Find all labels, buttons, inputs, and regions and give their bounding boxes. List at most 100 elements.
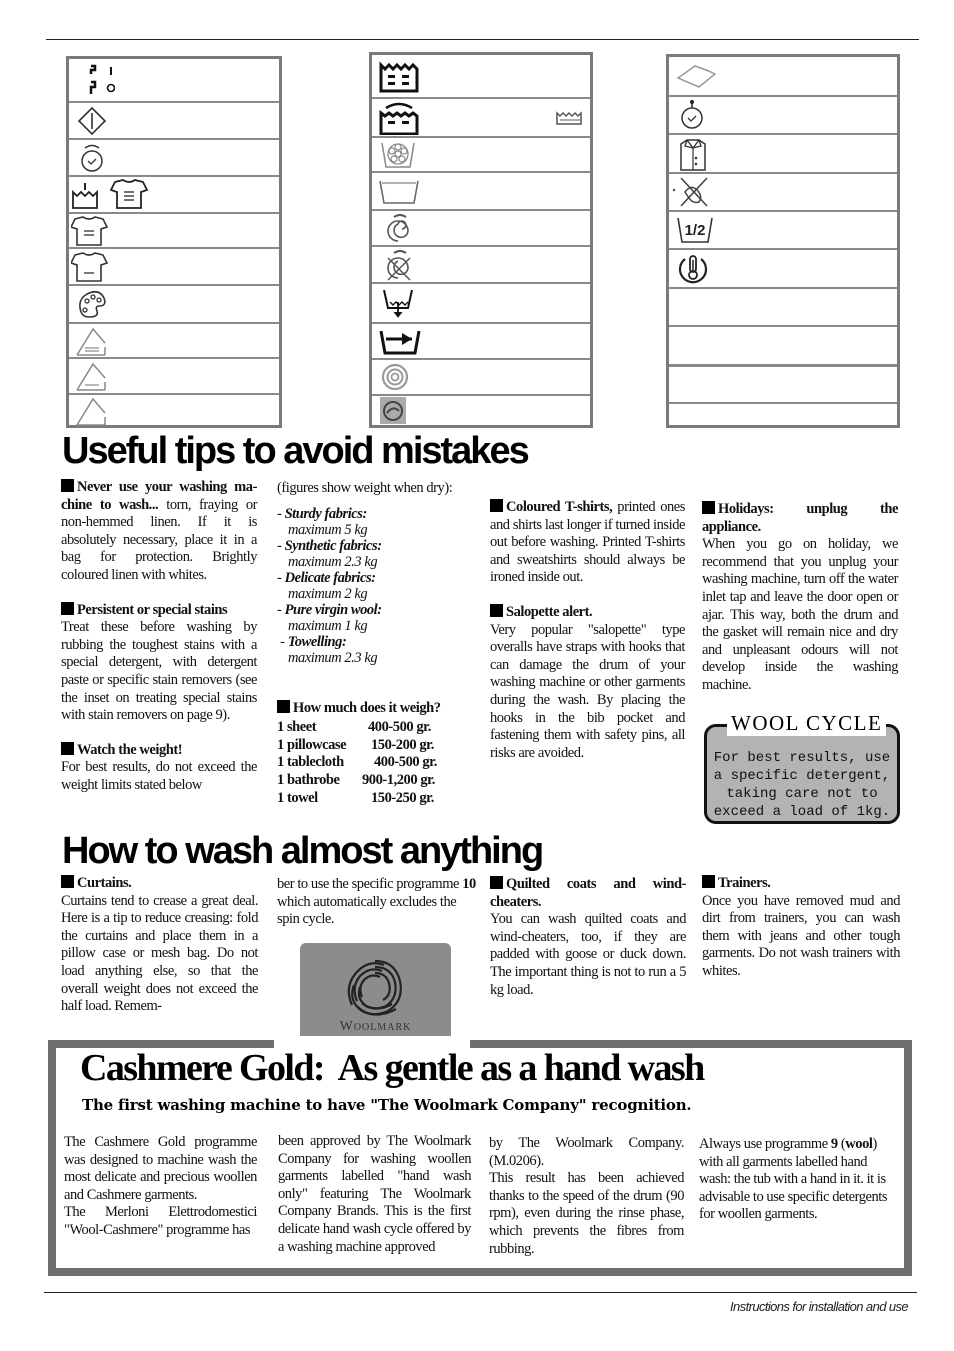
stain-icon <box>676 65 717 88</box>
half-load-icon: 1/2 <box>677 217 713 243</box>
shirt-easy-iron-icon <box>71 215 109 246</box>
colour-palette-icon <box>79 290 106 318</box>
bullet-square <box>277 699 290 713</box>
wash-column-2: ber to use the specific programme 10 whi… <box>277 876 476 928</box>
weight-row: 1 tablecloth 400-500 gr. <box>277 754 437 771</box>
bullet-square <box>490 603 503 617</box>
icon-row <box>372 99 590 138</box>
wash-column-1: Curtains. Curtains tend to crease a grea… <box>61 875 258 1016</box>
icon-row <box>69 177 279 214</box>
trainers-title: Trainers. <box>718 875 771 891</box>
trainers-text: Once you have removed mud and dirt from … <box>702 892 900 979</box>
start-stop-icon <box>89 64 115 94</box>
salopette-text: Very popular "salopette" type overalls h… <box>490 621 685 761</box>
icon-row <box>372 324 590 360</box>
tips-column-4: Holidays: unplug the appliance. When you… <box>702 501 898 695</box>
icon-row-empty <box>669 367 897 404</box>
wool-icon <box>381 363 409 391</box>
icon-row <box>69 214 279 249</box>
icon-row <box>69 286 279 324</box>
icon-row <box>372 138 590 173</box>
quilted-title: Quilted coats and wind-cheaters. <box>490 876 686 910</box>
top-rule <box>46 39 919 40</box>
cashmere-title: Cashmere Gold: As gentle as a hand wash <box>80 1047 705 1089</box>
icon-row <box>372 360 590 396</box>
timer-icon <box>681 100 703 129</box>
icon-row <box>69 395 279 428</box>
no-spin-icon <box>387 249 411 281</box>
drain-icon <box>383 289 413 318</box>
icon-row: 1/2 <box>669 212 897 250</box>
wash-shirt-icon <box>72 178 149 209</box>
wool-cycle-box: WOOL CYCLE For best results, use a speci… <box>704 711 900 824</box>
bullet-square <box>61 479 74 492</box>
icon-row <box>372 211 590 247</box>
icon-table-right: 1/2 <box>666 54 900 428</box>
icon-row <box>372 55 590 99</box>
woolmark-label: Woolmark <box>339 1019 412 1034</box>
icon-row <box>372 284 590 324</box>
no-crease-icon <box>672 177 708 207</box>
tips-column-3: Coloured T-shirts, printed ones and shir… <box>490 499 685 762</box>
tshirts-title: Coloured T-shirts, <box>506 499 613 515</box>
icon-row-empty <box>669 327 897 367</box>
icon-row <box>69 140 279 177</box>
weight-row: 1 towel 150-250 gr. <box>277 789 434 806</box>
iron-low-icon <box>76 362 106 391</box>
rinse-hold-icon <box>379 330 421 355</box>
bullet-square <box>61 875 74 888</box>
shirt-button-icon <box>680 138 706 171</box>
curtains-text: Curtains tend to crease a great deal. He… <box>61 892 258 1015</box>
bullet-square <box>702 875 715 888</box>
tips-column-1: Never use your washing ma-chine to wash.… <box>61 479 257 795</box>
temperature-icon <box>678 254 708 283</box>
shirt-icon <box>71 251 109 282</box>
icon-row <box>669 250 897 289</box>
woolmark-small-icon <box>380 396 406 424</box>
spin-icon <box>387 214 409 242</box>
woolmark-icon <box>347 959 402 1016</box>
icon-row <box>372 173 590 211</box>
delicate-tub-icon <box>381 142 415 168</box>
stains-text: Treat these before washing by rubbing th… <box>61 619 257 724</box>
iron-icon <box>76 397 106 426</box>
weight-row: 1 sheet 400-500 gr. <box>277 719 431 736</box>
programme-number: 10 <box>462 876 476 892</box>
rinse-tub-icon <box>379 102 419 135</box>
start-reset-icon <box>77 106 107 135</box>
prewash-tub-icon <box>379 61 419 93</box>
icon-row <box>69 59 279 103</box>
cashmere-column-1: The Cashmere Gold programme was designed… <box>64 1134 257 1238</box>
icon-table-middle <box>369 52 593 428</box>
bullet-square <box>490 499 503 512</box>
icon-table-left <box>66 56 282 428</box>
icon-row <box>669 135 897 174</box>
icon-row-empty <box>669 289 897 327</box>
iron-steam-icon <box>76 327 106 356</box>
bullet-square <box>61 601 74 615</box>
icon-row <box>69 324 279 359</box>
weight-note: (figures show weight when dry): <box>277 480 453 496</box>
cashmere-column-3: by The Woolmark Company. (M.0206). This … <box>489 1135 684 1257</box>
wash-column-3: Quilted coats and wind-cheaters. You can… <box>490 876 686 999</box>
icon-row <box>69 249 279 286</box>
icon-row <box>669 174 897 212</box>
icon-row <box>69 103 279 140</box>
fabric-limit: - Sturdy fabrics: maximum 5 kg - Synthet… <box>277 505 382 666</box>
cashmere-subtitle: The first washing machine to have "The W… <box>82 1096 692 1114</box>
weight-title: Watch the weight! <box>77 741 183 758</box>
holidays-text: When you go on holiday, we recommend tha… <box>702 536 898 693</box>
icon-row <box>372 247 590 284</box>
wash-heading: How to wash almost anything <box>62 830 544 872</box>
cashmere-column-4: Always use programme 9 (wool) with all g… <box>699 1136 888 1223</box>
wash-column-4: Trainers. Once you have removed mud and … <box>702 875 900 981</box>
wool-cycle-title: WOOL CYCLE <box>727 711 887 736</box>
bullet-square <box>61 741 74 755</box>
woolmark-logo: Woolmark <box>300 943 451 1047</box>
wool-cycle-text: For best results, use a specific deterge… <box>713 750 891 820</box>
icon-row <box>669 97 897 135</box>
icon-row <box>669 57 897 97</box>
holidays-title: Holidays: unplug the appliance. <box>702 501 898 535</box>
stains-title: Persistent or special stains <box>77 601 228 618</box>
bullet-square <box>702 501 715 514</box>
